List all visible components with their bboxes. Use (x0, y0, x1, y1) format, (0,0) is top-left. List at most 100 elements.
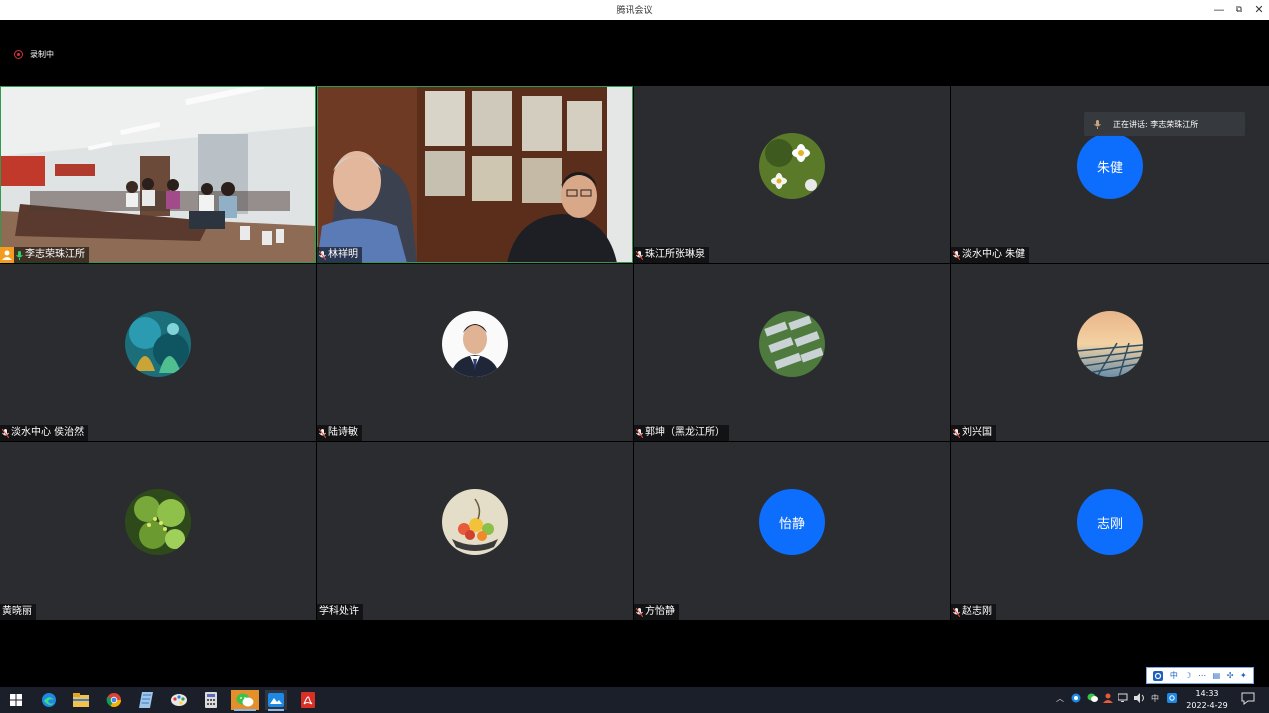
video-grid: 李志荣珠江所 林祥明 珠江所张琳泉 朱健 淡水中心 朱健 淡水中心 侯治然 陆诗… (0, 86, 1269, 620)
tray-wechat-icon[interactable] (1087, 693, 1098, 705)
participant-tile[interactable]: 林祥明 (317, 86, 633, 263)
speaking-text: 正在讲话: 李志荣珠江所 (1113, 119, 1199, 129)
tray-app-icon[interactable] (1071, 693, 1081, 705)
ime-punct-icon[interactable]: ⋯ (1198, 671, 1206, 680)
ime-keyboard-icon[interactable]: ▤ (1213, 671, 1221, 680)
greenhouse-avatar-icon (759, 311, 825, 377)
mic-icon (953, 428, 960, 438)
participant-tile[interactable]: 刘兴国 (951, 264, 1269, 441)
participant-nametag: 学科处许 (317, 604, 363, 620)
plant-avatar-icon (125, 489, 191, 555)
taskbar: ︿ 中 14:33 2022-4-29 (0, 687, 1269, 713)
clock-date: 2022-4-29 (1186, 701, 1228, 710)
ime-halfwidth-icon[interactable]: ☽ (1184, 671, 1191, 680)
mic-icon (953, 607, 960, 617)
participant-name: 李志荣珠江所 (25, 249, 85, 260)
participant-tile[interactable]: 珠江所张琳泉 (634, 86, 950, 263)
start-icon[interactable] (5, 690, 27, 710)
portrait-avatar-icon (442, 311, 508, 377)
speaking-indicator: 正在讲话: 李志荣珠江所 (1084, 112, 1245, 136)
tray-ime-icon[interactable] (1167, 693, 1177, 705)
participant-nametag: 刘兴国 (951, 425, 996, 441)
flower-avatar-icon (759, 133, 825, 199)
participant-name: 林祥明 (328, 249, 358, 260)
host-icon (0, 247, 14, 263)
coral-avatar-icon (125, 311, 191, 377)
mic-icon (636, 250, 643, 260)
chrome-icon[interactable] (103, 690, 125, 710)
ime-toolbar[interactable]: 中 ☽ ⋯ ▤ ✣ ✦ (1146, 667, 1254, 684)
participant-tile[interactable]: 学科处许 (317, 442, 633, 620)
pdf-icon[interactable] (297, 690, 319, 710)
participant-name: 刘兴国 (962, 427, 992, 438)
taskbar-clock[interactable]: 14:33 2022-4-29 (1186, 688, 1228, 712)
file-explorer-icon[interactable] (70, 690, 92, 710)
notification-icon[interactable] (1241, 692, 1255, 707)
meeting-window: 腾讯会议 — ⧉ ✕ 录制中 李志荣珠江所 林祥明 珠江所张琳泉 朱健 淡水中心… (0, 0, 1269, 713)
wechat-icon[interactable] (231, 690, 259, 711)
title-bar: 腾讯会议 — ⧉ ✕ (0, 0, 1269, 20)
participant-name: 陆诗敏 (328, 427, 358, 438)
fruit-avatar-icon (442, 489, 508, 555)
network-icon[interactable] (1117, 693, 1130, 705)
recording-label: 录制中 (30, 50, 54, 59)
photos-icon[interactable] (265, 690, 287, 711)
edge-icon[interactable] (38, 690, 60, 710)
mic-icon (319, 250, 326, 260)
participant-nametag: 陆诗敏 (317, 425, 362, 441)
participant-tile[interactable]: 黄晓丽 (0, 442, 316, 620)
notes-icon[interactable] (135, 690, 157, 710)
text-avatar: 怡静 (759, 489, 825, 555)
participant-nametag: 郭坤（黑龙江所） (634, 425, 729, 441)
recording-indicator[interactable]: 录制中 (14, 49, 54, 60)
participant-nametag: 方怡静 (634, 604, 679, 620)
participant-tile[interactable]: 郭坤（黑龙江所） (634, 264, 950, 441)
participant-nametag: 淡水中心 朱健 (951, 247, 1030, 263)
window-title: 腾讯会议 (616, 6, 653, 16)
participant-name: 黄晓丽 (2, 606, 32, 617)
restore-button[interactable]: ⧉ (1231, 2, 1247, 18)
tray-chevron-icon[interactable]: ︿ (1056, 693, 1064, 704)
participant-nametag: 赵志刚 (951, 604, 996, 620)
calculator-icon[interactable] (200, 690, 222, 710)
participant-name: 珠江所张琳泉 (645, 249, 705, 260)
mic-icon (953, 250, 960, 260)
close-button[interactable]: ✕ (1251, 2, 1267, 18)
paint-icon[interactable] (168, 690, 190, 710)
participant-name: 郭坤（黑龙江所） (645, 427, 725, 438)
participant-tile[interactable]: 淡水中心 侯治然 (0, 264, 316, 441)
minimize-button[interactable]: — (1211, 2, 1227, 18)
recording-icon (14, 50, 23, 59)
participant-tile[interactable]: 李志荣珠江所 (0, 86, 316, 263)
participant-name: 淡水中心 侯治然 (11, 427, 85, 438)
participant-name: 淡水中心 朱健 (962, 249, 1026, 260)
participant-nametag: 李志荣珠江所 (0, 247, 89, 263)
sunset-avatar-icon (1077, 311, 1143, 377)
participant-tile[interactable]: 陆诗敏 (317, 264, 633, 441)
tray-ime-label[interactable]: 中 (1151, 693, 1159, 704)
participant-name: 赵志刚 (962, 606, 992, 617)
ime-settings-icon[interactable]: ✦ (1240, 671, 1247, 680)
mic-icon (319, 428, 326, 438)
mic-icon (2, 428, 9, 438)
participant-nametag: 珠江所张琳泉 (634, 247, 709, 263)
participant-nametag: 淡水中心 侯治然 (0, 425, 89, 441)
mic-icon (636, 607, 643, 617)
ime-tools-icon[interactable]: ✣ (1227, 671, 1234, 680)
participant-tile[interactable]: 怡静 方怡静 (634, 442, 950, 620)
participant-nametag: 林祥明 (317, 247, 362, 263)
ime-mode[interactable]: 中 (1170, 670, 1178, 681)
text-avatar: 志刚 (1077, 489, 1143, 555)
participant-tile[interactable]: 志刚 赵志刚 (951, 442, 1269, 620)
clock-time: 14:33 (1195, 689, 1219, 698)
participant-name: 学科处许 (319, 606, 359, 617)
tray-user-icon[interactable] (1103, 693, 1113, 705)
volume-icon[interactable] (1134, 693, 1146, 705)
ime-logo-icon (1153, 670, 1164, 681)
text-avatar: 朱健 (1077, 133, 1143, 199)
participant-nametag: 黄晓丽 (0, 604, 36, 620)
conference-room-video (0, 86, 316, 263)
office-video (317, 86, 633, 263)
mic-icon (636, 428, 643, 438)
speaking-mic-icon (1094, 119, 1101, 129)
